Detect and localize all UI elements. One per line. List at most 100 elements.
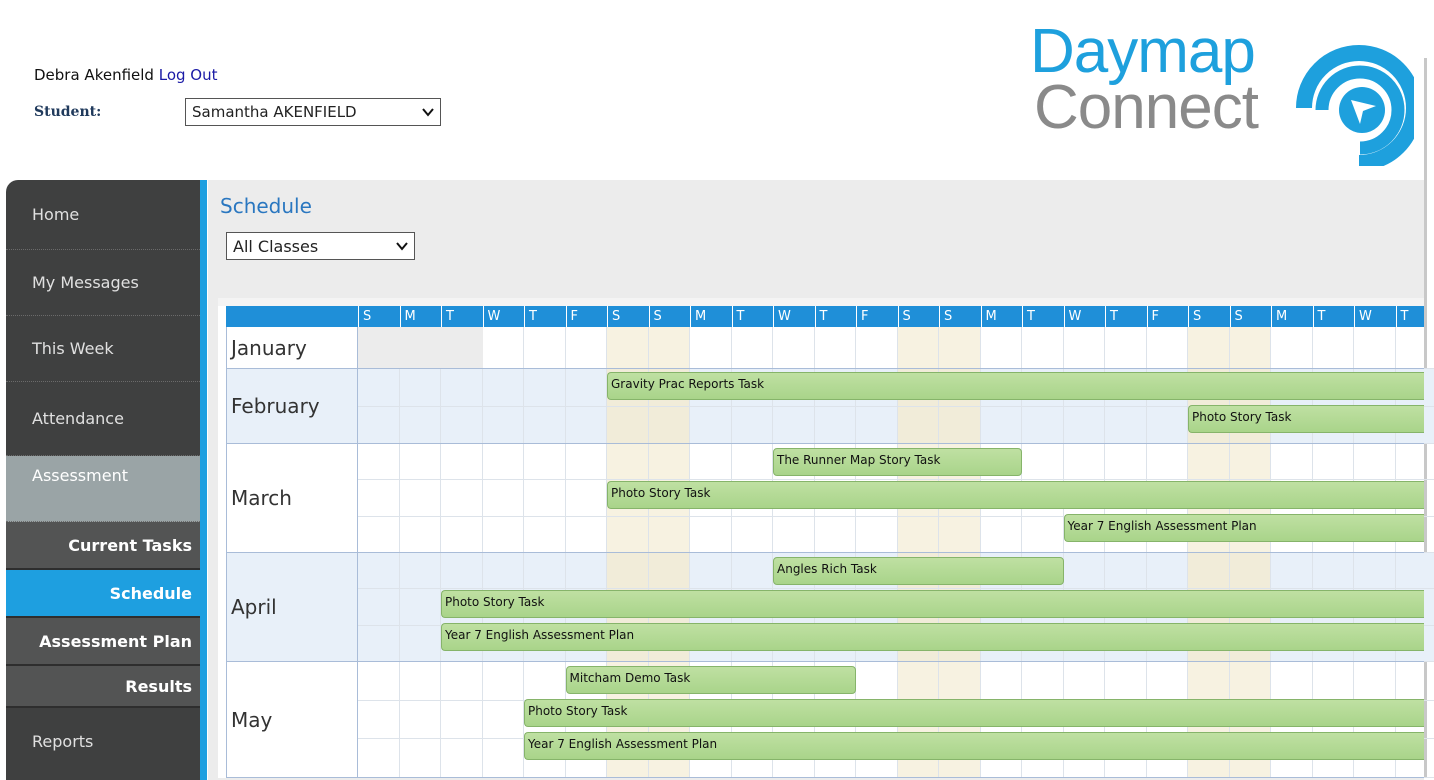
day-header: M	[1271, 306, 1313, 327]
day-cell	[1354, 327, 1396, 369]
day-cell	[981, 662, 1023, 701]
day-cell	[981, 407, 1023, 445]
day-cell	[566, 444, 608, 480]
day-cell	[1064, 407, 1106, 445]
day-cell	[400, 662, 442, 701]
day-cell	[649, 407, 691, 445]
day-cell	[441, 517, 483, 553]
day-header: T	[1396, 306, 1425, 327]
class-filter-value: All Classes	[233, 237, 318, 256]
task-bar[interactable]: The Runner Map Story Task	[773, 448, 1022, 476]
day-cell	[815, 517, 857, 553]
sidebar-item-my-messages[interactable]: My Messages	[6, 250, 200, 316]
month-divider	[358, 777, 1424, 778]
day-cell	[939, 662, 981, 701]
day-cell	[358, 480, 400, 516]
day-cell	[607, 517, 649, 553]
day-cell	[524, 407, 566, 445]
day-header: T	[441, 306, 483, 327]
day-cell	[939, 517, 981, 553]
day-header: T	[1313, 306, 1355, 327]
task-bar[interactable]: Mitcham Demo Task	[566, 666, 857, 694]
day-cell	[1396, 553, 1434, 589]
day-cell	[1147, 444, 1189, 480]
day-cell	[649, 444, 691, 480]
chevron-down-icon	[422, 106, 434, 118]
day-cell	[400, 407, 442, 445]
day-header: S	[649, 306, 691, 327]
day-header: W	[483, 306, 525, 327]
day-header: W	[773, 306, 815, 327]
sidebar-item-attendance[interactable]: Attendance	[6, 382, 200, 456]
day-cell	[358, 444, 400, 480]
sidebar-item-label: This Week	[32, 339, 114, 358]
day-cell	[566, 480, 608, 516]
sidebar-item-home[interactable]: Home	[6, 180, 200, 250]
sidebar-item-assessment[interactable]: Assessment	[6, 456, 200, 522]
sidebar-item-reports[interactable]: Reports	[6, 708, 200, 774]
day-cell	[358, 701, 400, 740]
sidebar-subitem-current-tasks[interactable]: Current Tasks	[6, 522, 200, 570]
sidebar-item-label: Assessment Plan	[39, 632, 192, 651]
day-cell	[732, 553, 774, 589]
day-cell	[690, 327, 732, 369]
day-cell	[441, 327, 483, 369]
day-header: M	[981, 306, 1023, 327]
sidebar-item-label: Results	[125, 677, 192, 696]
day-cell	[898, 662, 940, 701]
day-cell	[441, 444, 483, 480]
day-cell	[1230, 444, 1272, 480]
day-cell	[1230, 662, 1272, 701]
day-cell	[524, 480, 566, 516]
day-header: S	[898, 306, 940, 327]
sidebar-item-label: My Messages	[32, 273, 139, 292]
task-bar[interactable]: Photo Story Task	[524, 699, 1424, 727]
schedule-top-spacer	[218, 298, 1424, 306]
day-cell	[1313, 553, 1355, 589]
task-bar[interactable]: Year 7 English Assessment Plan	[1064, 514, 1425, 542]
day-header: S	[607, 306, 649, 327]
day-cell	[524, 327, 566, 369]
day-cell	[1147, 553, 1189, 589]
logo-text-connect: Connect	[1034, 72, 1258, 143]
main-content: Schedule All Classes SMTWTFSSMTWTFSSMTWT…	[208, 180, 1424, 780]
day-cell	[607, 407, 649, 445]
task-bar[interactable]: Year 7 English Assessment Plan	[524, 732, 1424, 760]
day-cell	[441, 480, 483, 516]
day-cell	[483, 327, 525, 369]
day-header-corner	[226, 306, 358, 327]
day-cell	[483, 444, 525, 480]
logout-link[interactable]: Log Out	[159, 66, 218, 84]
month-label: February	[226, 369, 358, 444]
class-filter-select[interactable]: All Classes	[226, 232, 415, 260]
day-cell	[732, 407, 774, 445]
day-cell	[1147, 327, 1189, 369]
day-cell	[1105, 327, 1147, 369]
task-bar[interactable]: Photo Story Task	[441, 590, 1424, 618]
day-cell	[1188, 444, 1230, 480]
student-select[interactable]: Samantha AKENFIELD	[185, 98, 441, 126]
task-bar[interactable]: Angles Rich Task	[773, 557, 1064, 585]
task-bar[interactable]: Gravity Prac Reports Task	[607, 372, 1424, 400]
day-cell	[898, 327, 940, 369]
day-cell	[773, 407, 815, 445]
day-cell	[1313, 444, 1355, 480]
task-bar[interactable]: Photo Story Task	[607, 481, 1424, 509]
day-cell	[400, 369, 442, 407]
schedule-calendar: SMTWTFSSMTWTFSSMTWTFSSMTWT JanuaryFebrua…	[218, 298, 1424, 778]
day-cell	[483, 739, 525, 778]
task-bar[interactable]: Photo Story Task	[1188, 405, 1424, 433]
task-bar[interactable]: Year 7 English Assessment Plan	[441, 623, 1424, 651]
sidebar-item-this-week[interactable]: This Week	[6, 316, 200, 382]
day-cell	[400, 701, 442, 740]
day-header: T	[815, 306, 857, 327]
sidebar-subitem-results[interactable]: Results	[6, 666, 200, 708]
day-cell	[358, 407, 400, 445]
day-header: F	[1147, 306, 1189, 327]
day-cell	[400, 517, 442, 553]
sidebar-subitem-schedule[interactable]: Schedule	[6, 570, 200, 618]
day-cell	[1064, 444, 1106, 480]
day-cell	[358, 589, 400, 625]
sidebar-subitem-assessment-plan[interactable]: Assessment Plan	[6, 618, 200, 666]
day-cell	[566, 327, 608, 369]
